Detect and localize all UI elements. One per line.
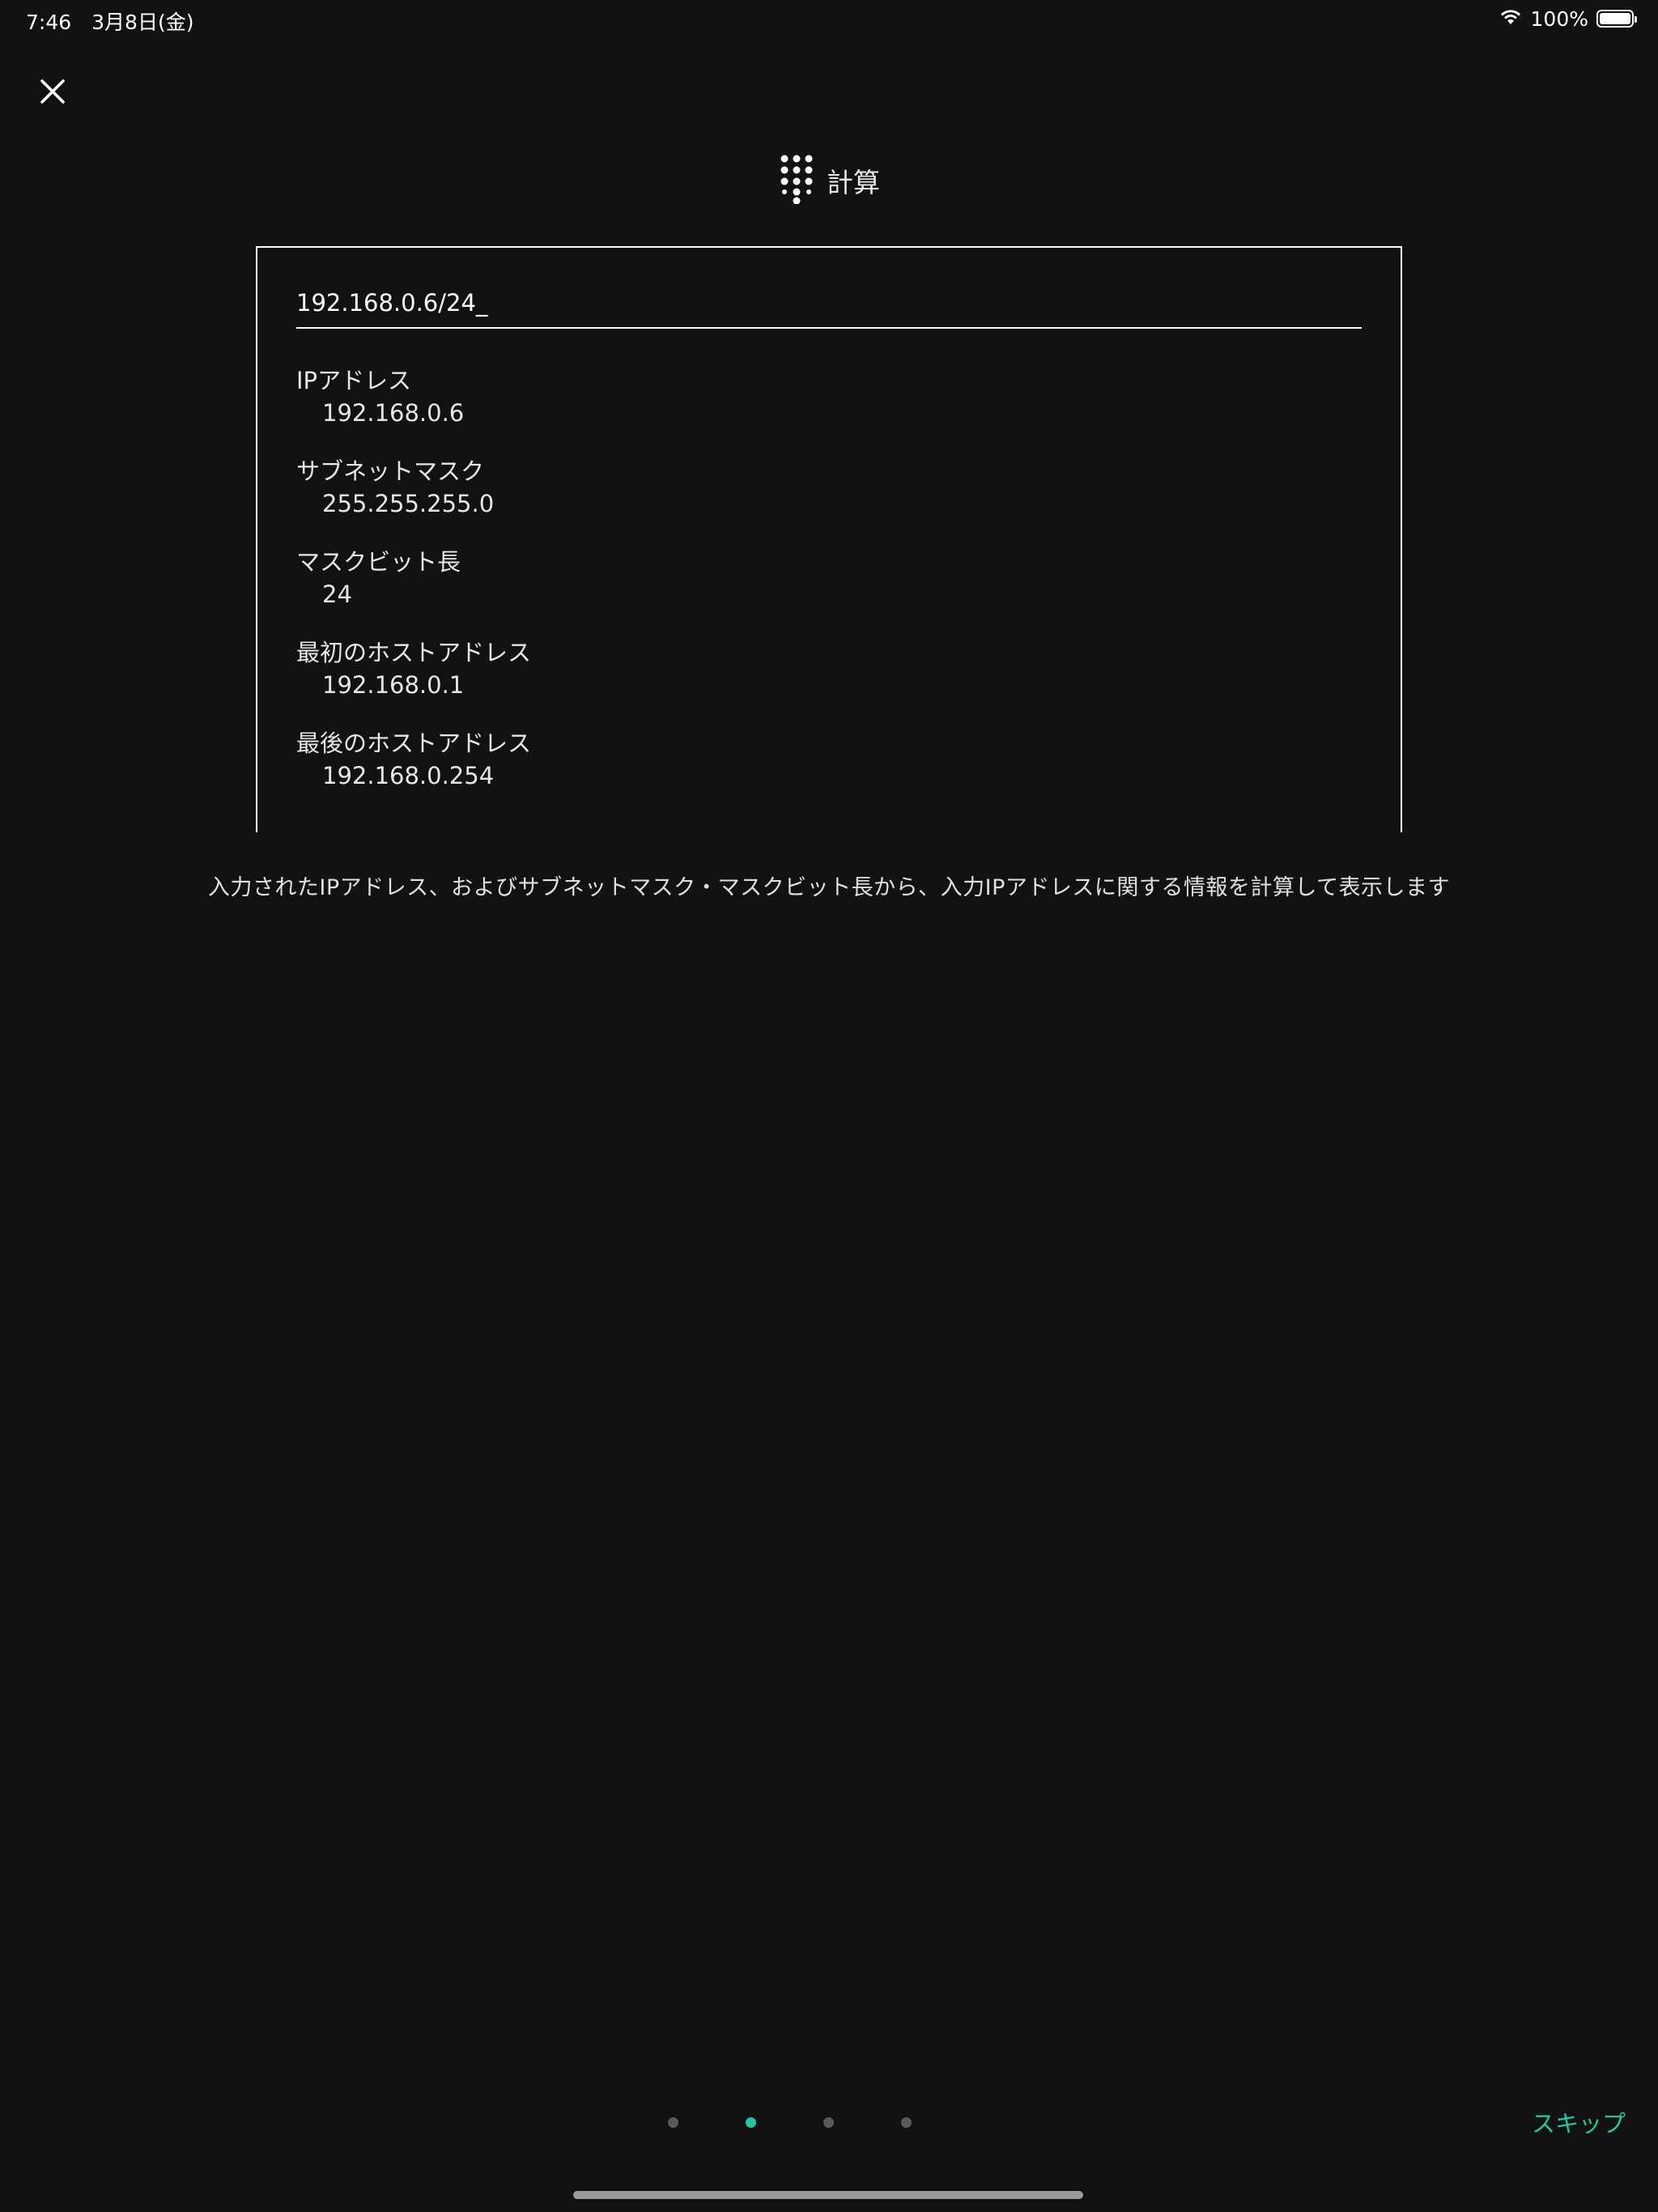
- result-first-host: 最初のホストアドレス 192.168.0.1: [296, 636, 531, 727]
- result-label: 最初のホストアドレス: [296, 639, 532, 666]
- calculation-panel: 192.168.0.6/24_ IPアドレス 192.168.0.6 サブネット…: [256, 246, 1402, 832]
- close-icon: [40, 79, 65, 104]
- page-indicator[interactable]: [0, 2117, 1658, 2129]
- wifi-icon: [1499, 6, 1523, 31]
- page-header: 計算: [0, 154, 1658, 207]
- ip-input-field[interactable]: 192.168.0.6/24_: [296, 287, 1362, 329]
- page-dot-4[interactable]: [900, 2117, 912, 2128]
- dialpad-icon: [778, 154, 815, 207]
- status-bar: 7:46 3月8日(金) 100%: [0, 0, 1658, 39]
- result-value: 255.255.255.0: [322, 490, 495, 517]
- result-value: 192.168.0.1: [322, 671, 465, 699]
- status-time: 7:46 3月8日(金): [26, 11, 194, 34]
- page-title: 計算: [827, 167, 880, 198]
- battery-icon: [1596, 10, 1637, 28]
- page-dot-3[interactable]: [823, 2117, 834, 2128]
- result-label: サブネットマスク: [296, 457, 485, 485]
- result-value: 192.168.0.6: [322, 399, 465, 427]
- result-last-host: 最後のホストアドレス 192.168.0.254: [296, 727, 531, 818]
- result-subnet-mask: サブネットマスク 255.255.255.0: [296, 455, 531, 546]
- result-ip-address: IPアドレス 192.168.0.6: [296, 364, 531, 455]
- battery-nub: [1635, 16, 1637, 23]
- status-indicators: 100%: [1499, 6, 1637, 31]
- result-mask-bit-length: マスクビット長 24: [296, 546, 531, 636]
- result-value: 24: [322, 581, 352, 608]
- battery-fill: [1600, 13, 1630, 24]
- page-dot-2[interactable]: [745, 2117, 756, 2128]
- results-list: IPアドレス 192.168.0.6 サブネットマスク 255.255.255.…: [296, 364, 531, 818]
- page-dot-1[interactable]: [667, 2117, 678, 2128]
- skip-button[interactable]: スキップ: [1532, 2105, 1626, 2139]
- result-label: 最後のホストアドレス: [296, 730, 532, 757]
- result-label: マスクビット長: [296, 548, 461, 576]
- feature-description: 入力されたIPアドレス、およびサブネットマスク・マスクビット長から、入力IPアド…: [207, 875, 1451, 900]
- result-label: IPアドレス: [296, 367, 412, 394]
- close-button[interactable]: [32, 71, 73, 112]
- battery-percentage: 100%: [1530, 6, 1588, 31]
- result-value: 192.168.0.254: [322, 762, 495, 789]
- home-indicator[interactable]: [573, 2191, 1083, 2199]
